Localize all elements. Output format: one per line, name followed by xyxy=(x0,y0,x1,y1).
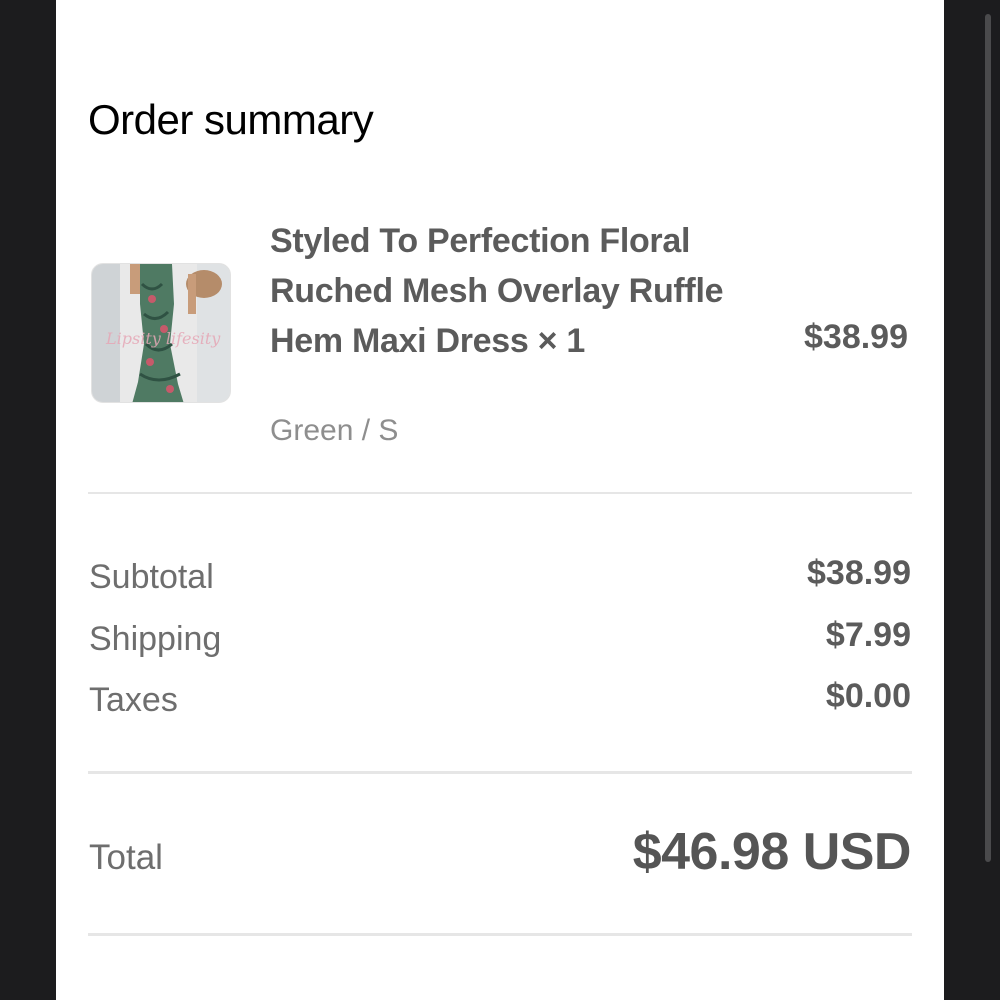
subtotal-value: $38.99 xyxy=(807,554,911,592)
divider xyxy=(88,933,912,936)
shipping-label: Shipping xyxy=(89,620,222,658)
scrollbar[interactable] xyxy=(985,14,991,862)
product-price: $38.99 xyxy=(804,318,908,356)
svg-text:Lipsity lifesity: Lipsity lifesity xyxy=(105,329,221,348)
total-value: $46.98 USD xyxy=(632,823,912,881)
total-label: Total xyxy=(89,838,163,877)
product-thumbnail: Lipsity lifesity xyxy=(91,263,231,403)
divider xyxy=(88,492,912,494)
product-name: Styled To Perfection Floral Ruched Mesh … xyxy=(270,222,724,360)
taxes-label: Taxes xyxy=(89,681,178,719)
dress-image-icon: Lipsity lifesity xyxy=(92,264,230,402)
order-summary-title: Order summary xyxy=(88,96,374,143)
shipping-value: $7.99 xyxy=(825,616,911,654)
divider xyxy=(88,771,912,774)
order-summary-panel: Order summary Lipsity lifesity Styled To… xyxy=(56,0,944,1000)
taxes-value: $0.00 xyxy=(825,677,911,715)
product-variant: Green / S xyxy=(270,414,399,447)
subtotal-label: Subtotal xyxy=(89,558,214,596)
app-background: Order summary Lipsity lifesity Styled To… xyxy=(0,0,1000,1000)
